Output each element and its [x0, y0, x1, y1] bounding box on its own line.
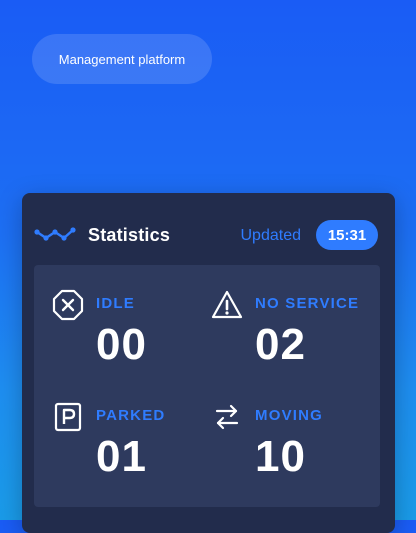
stat-no-service[interactable]: NO SERVICE 02 — [211, 289, 371, 389]
octagon-x-icon — [52, 289, 84, 321]
card-header: Statistics Updated 15:31 — [22, 193, 395, 265]
stat-value: 02 — [255, 320, 306, 369]
platform-pill[interactable]: Management platform — [32, 34, 212, 84]
stat-label: IDLE — [96, 295, 135, 312]
stats-panel: IDLE 00 NO SERVICE 02 PARKED 01 MOVING 1… — [34, 265, 380, 507]
statistics-card: Statistics Updated 15:31 IDLE 00 NO SERV… — [22, 193, 395, 533]
stat-label: NO SERVICE — [255, 295, 360, 312]
stat-label: PARKED — [96, 407, 166, 424]
stat-moving[interactable]: MOVING 10 — [211, 401, 371, 501]
platform-label: Management platform — [58, 51, 186, 67]
swap-arrows-icon — [215, 404, 239, 430]
stat-value: 10 — [255, 432, 306, 481]
warning-triangle-icon — [211, 290, 243, 319]
updated-label: Updated — [240, 227, 302, 244]
stat-value: 00 — [96, 320, 147, 369]
stat-parked[interactable]: PARKED 01 — [52, 401, 212, 501]
trend-line-icon — [34, 227, 76, 241]
card-title: Statistics — [88, 225, 171, 245]
stat-value: 01 — [96, 432, 147, 481]
updated-time-badge: 15:31 — [316, 220, 378, 250]
parking-icon — [54, 402, 82, 432]
stat-label: MOVING — [255, 407, 324, 424]
stat-idle[interactable]: IDLE 00 — [52, 289, 212, 389]
